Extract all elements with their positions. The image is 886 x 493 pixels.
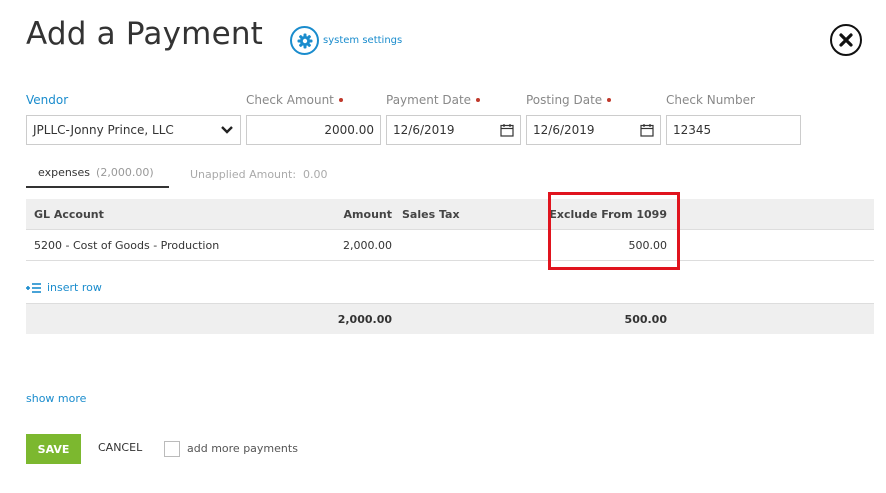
- header-amount[interactable]: Amount: [344, 199, 392, 230]
- required-indicator: [607, 97, 612, 102]
- header-gl-account[interactable]: GL Account: [34, 199, 104, 230]
- check-number-label: Check Number: [666, 93, 755, 107]
- total-exclude-1099: 500.00: [624, 313, 667, 326]
- vendor-value: JPLLC-Jonny Prince, LLC: [33, 123, 174, 137]
- check-amount-value: 2000.00: [324, 123, 374, 137]
- save-button[interactable]: SAVE: [26, 434, 81, 464]
- insert-row-label: insert row: [47, 281, 102, 294]
- calendar-icon[interactable]: [640, 123, 654, 137]
- system-settings-link[interactable]: system settings: [290, 26, 402, 55]
- chevron-down-icon: [221, 126, 233, 134]
- row-amount[interactable]: 2,000.00: [343, 230, 392, 261]
- unapplied-amount-value: 0.00: [303, 168, 328, 181]
- show-more-link[interactable]: show more: [26, 392, 86, 405]
- cancel-button[interactable]: CANCEL: [98, 441, 142, 454]
- posting-date-label: Posting Date: [526, 93, 612, 107]
- add-more-payments-label: add more payments: [187, 442, 298, 455]
- posting-date-field[interactable]: 12/6/2019: [526, 115, 661, 145]
- tab-expenses-label: expenses: [38, 166, 91, 179]
- table-row[interactable]: 5200 - Cost of Goods - Production 2,000.…: [26, 230, 874, 261]
- header-exclude-1099[interactable]: Exclude From 1099: [549, 199, 667, 230]
- calendar-icon[interactable]: [500, 123, 514, 137]
- posting-date-value: 12/6/2019: [533, 123, 595, 137]
- header-sales-tax[interactable]: Sales Tax: [402, 199, 460, 230]
- payment-date-field[interactable]: 12/6/2019: [386, 115, 521, 145]
- unapplied-amount-label: Unapplied Amount:: [190, 168, 297, 181]
- check-amount-field[interactable]: 2000.00: [246, 115, 381, 145]
- required-indicator: [338, 97, 343, 102]
- system-settings-label: system settings: [323, 35, 403, 46]
- row-exclude-1099[interactable]: 500.00: [629, 230, 668, 261]
- payment-date-value: 12/6/2019: [393, 123, 455, 137]
- gear-icon: [290, 26, 319, 55]
- check-number-value: 12345: [673, 123, 712, 137]
- grid-totals: 2,000.00 500.00: [26, 303, 874, 334]
- payment-date-label: Payment Date: [386, 93, 481, 107]
- total-amount: 2,000.00: [337, 313, 392, 326]
- unapplied-amount: Unapplied Amount: 0.00: [190, 168, 328, 181]
- close-icon: [839, 33, 853, 47]
- check-number-field[interactable]: 12345: [666, 115, 801, 145]
- add-more-payments-checkbox[interactable]: [164, 441, 180, 457]
- tab-expenses-amount: (2,000.00): [96, 166, 154, 179]
- row-gl-account[interactable]: 5200 - Cost of Goods - Production: [34, 230, 219, 261]
- grid-header: GL Account Amount Sales Tax Exclude From…: [26, 199, 874, 230]
- close-button[interactable]: [830, 24, 862, 56]
- vendor-select[interactable]: JPLLC-Jonny Prince, LLC: [26, 115, 241, 145]
- required-indicator: [476, 97, 481, 102]
- insert-row-button[interactable]: insert row: [26, 281, 102, 294]
- insert-row-icon: [26, 282, 41, 293]
- tab-expenses[interactable]: expenses (2,000.00): [26, 160, 169, 188]
- check-amount-label: Check Amount: [246, 93, 343, 107]
- page-title: Add a Payment: [26, 16, 264, 52]
- vendor-label: Vendor: [26, 93, 69, 107]
